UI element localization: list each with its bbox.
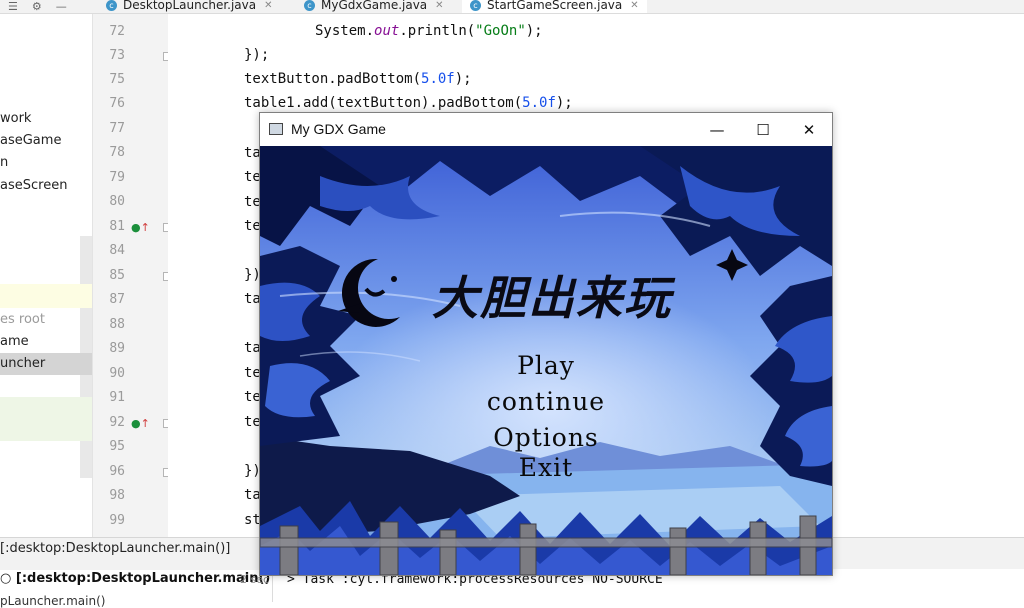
game-canvas[interactable]: 大胆出来玩 Play continue Options Exit bbox=[260, 146, 832, 575]
line-number: 91 bbox=[109, 390, 125, 405]
game-window[interactable]: My GDX Game — ☐ ✕ 大胆出来玩 Play continue Op… bbox=[259, 112, 833, 576]
line-number: 85 bbox=[109, 268, 125, 283]
line-number: 87 bbox=[109, 292, 125, 307]
run-status-icon: ○ bbox=[0, 571, 16, 586]
menu-continue-button[interactable]: continue bbox=[260, 387, 832, 416]
line-number: 89 bbox=[109, 341, 125, 356]
tree-item[interactable]: ame bbox=[0, 331, 92, 353]
run-tree-item[interactable]: ○ [:desktop:DesktopLauncher.main() bbox=[0, 571, 270, 586]
code-line: table1.add(textButton).padBottom(5.0f); bbox=[244, 95, 573, 111]
override-marker-icon[interactable]: ●↑ bbox=[131, 221, 150, 234]
line-number: 81 bbox=[109, 219, 125, 234]
override-marker-icon[interactable]: ●↑ bbox=[131, 417, 150, 430]
tree-highlight bbox=[0, 397, 92, 441]
tab-startgamescreen[interactable]: c StartGameScreen.java ✕ bbox=[462, 0, 647, 13]
gear-icon[interactable]: ⚙ bbox=[32, 0, 42, 13]
app-icon bbox=[269, 123, 283, 135]
tree-item-selected[interactable]: uncher bbox=[0, 353, 92, 375]
close-tab-icon[interactable]: ✕ bbox=[435, 0, 443, 11]
line-number: 77 bbox=[109, 121, 125, 136]
close-tab-icon[interactable]: ✕ bbox=[630, 0, 638, 11]
game-window-titlebar[interactable]: My GDX Game — ☐ ✕ bbox=[260, 113, 832, 146]
collapse-icon[interactable]: ☰ bbox=[8, 0, 18, 13]
close-tab-icon[interactable]: ✕ bbox=[264, 0, 272, 11]
menu-exit-button[interactable]: Exit bbox=[260, 453, 832, 482]
java-class-icon: c bbox=[304, 0, 315, 11]
maximize-button[interactable]: ☐ bbox=[740, 113, 786, 146]
tab-mygdxgame[interactable]: c MyGdxGame.java ✕ bbox=[296, 0, 452, 13]
minimize-button[interactable]: — bbox=[694, 113, 740, 146]
project-tree: work aseGame n aseScreen es root ame unc… bbox=[0, 14, 93, 537]
line-number: 92 bbox=[109, 415, 125, 430]
line-number: 96 bbox=[109, 464, 125, 479]
logo-text: 大胆出来玩 bbox=[432, 271, 672, 325]
line-number: 95 bbox=[109, 439, 125, 454]
tree-item[interactable]: work bbox=[0, 108, 92, 130]
tree-item[interactable]: aseScreen bbox=[0, 175, 92, 197]
tree-item[interactable]: aseGame bbox=[0, 130, 92, 152]
code-line: System.out.println("GoOn"); bbox=[315, 23, 543, 39]
java-class-icon: c bbox=[470, 0, 481, 11]
line-number: 79 bbox=[109, 170, 125, 185]
line-number: 88 bbox=[109, 317, 125, 332]
tree-item[interactable]: es root bbox=[0, 309, 92, 331]
tree-item[interactable]: n bbox=[0, 152, 92, 174]
window-title: My GDX Game bbox=[291, 121, 386, 137]
game-logo: 大胆出来玩 bbox=[332, 254, 722, 328]
line-number: 98 bbox=[109, 488, 125, 503]
tree-highlight bbox=[0, 284, 92, 308]
tab-desktop-launcher[interactable]: c DesktopLauncher.java ✕ bbox=[98, 0, 281, 13]
line-number: 73 bbox=[109, 48, 125, 63]
menu-play-button[interactable]: Play bbox=[260, 351, 832, 380]
tool-icons: ☰ ⚙ — bbox=[0, 0, 67, 13]
run-tree-item[interactable]: pLauncher.main() bbox=[0, 594, 105, 608]
line-number: 76 bbox=[109, 96, 125, 111]
line-number: 80 bbox=[109, 194, 125, 209]
code-line: textButton.padBottom(5.0f); bbox=[244, 71, 472, 87]
java-class-icon: c bbox=[106, 0, 117, 11]
minus-icon[interactable]: — bbox=[56, 0, 67, 13]
line-number: 78 bbox=[109, 145, 125, 160]
line-number: 99 bbox=[109, 513, 125, 528]
line-number: 84 bbox=[109, 243, 125, 258]
editor-tab-bar: ☰ ⚙ — c DesktopLauncher.java ✕ c MyGdxGa… bbox=[0, 0, 1024, 14]
run-config-title[interactable]: [:desktop:DesktopLauncher.main()] bbox=[0, 541, 230, 556]
code-line: }); bbox=[244, 47, 270, 63]
close-button[interactable]: ✕ bbox=[786, 113, 832, 146]
line-number: 90 bbox=[109, 366, 125, 381]
line-number: 75 bbox=[109, 72, 125, 87]
line-number: 72 bbox=[109, 24, 125, 39]
menu-options-button[interactable]: Options bbox=[260, 423, 832, 452]
line-gutter: 72 73 75 76 77 78 79 80 81 84 85 87 88 8… bbox=[93, 14, 172, 537]
